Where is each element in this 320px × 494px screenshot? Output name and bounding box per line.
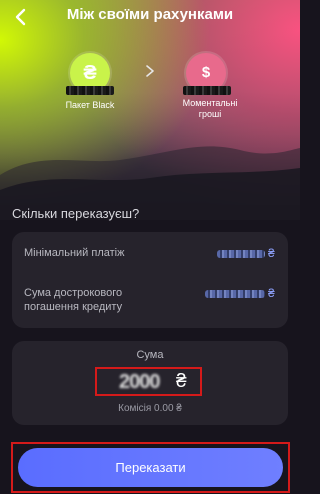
- source-account-label: Пакет Black: [65, 100, 115, 110]
- wave-decoration: [0, 146, 300, 220]
- min-payment-label: Мінімальний платіж: [24, 247, 125, 259]
- early-repayment-currency: ₴: [268, 286, 275, 300]
- amount-value: 2000: [119, 371, 160, 393]
- early-repayment-value: [205, 290, 265, 298]
- transfer-button[interactable]: Переказати: [18, 448, 283, 487]
- masked-card-number: [183, 86, 231, 95]
- chevron-right-icon: [146, 65, 154, 77]
- header-background: [0, 0, 300, 220]
- min-payment-value: [217, 250, 265, 258]
- transfer-question: Скільки переказуєш?: [12, 206, 140, 221]
- transfer-button-frame: Переказати: [11, 442, 290, 493]
- amount-label: Сума: [136, 349, 164, 361]
- amount-currency: ₴: [176, 371, 187, 392]
- amount-input[interactable]: 2000 ₴: [95, 367, 202, 396]
- min-payment-currency: ₴: [268, 246, 275, 260]
- amount-card: Сума 2000 ₴ Комісія 0.00 ₴: [12, 341, 288, 425]
- limits-card: Мінімальний платіж ₴ Сума дострокового п…: [12, 232, 288, 328]
- commission-text: Комісія 0.00 ₴: [118, 403, 182, 414]
- target-account-label: Моментальні гроші: [182, 98, 238, 119]
- early-repayment-label: Сума дострокового погашення кредиту: [24, 287, 123, 313]
- masked-card-number: [66, 86, 114, 95]
- page-title: Між своїми рахунками: [66, 6, 234, 23]
